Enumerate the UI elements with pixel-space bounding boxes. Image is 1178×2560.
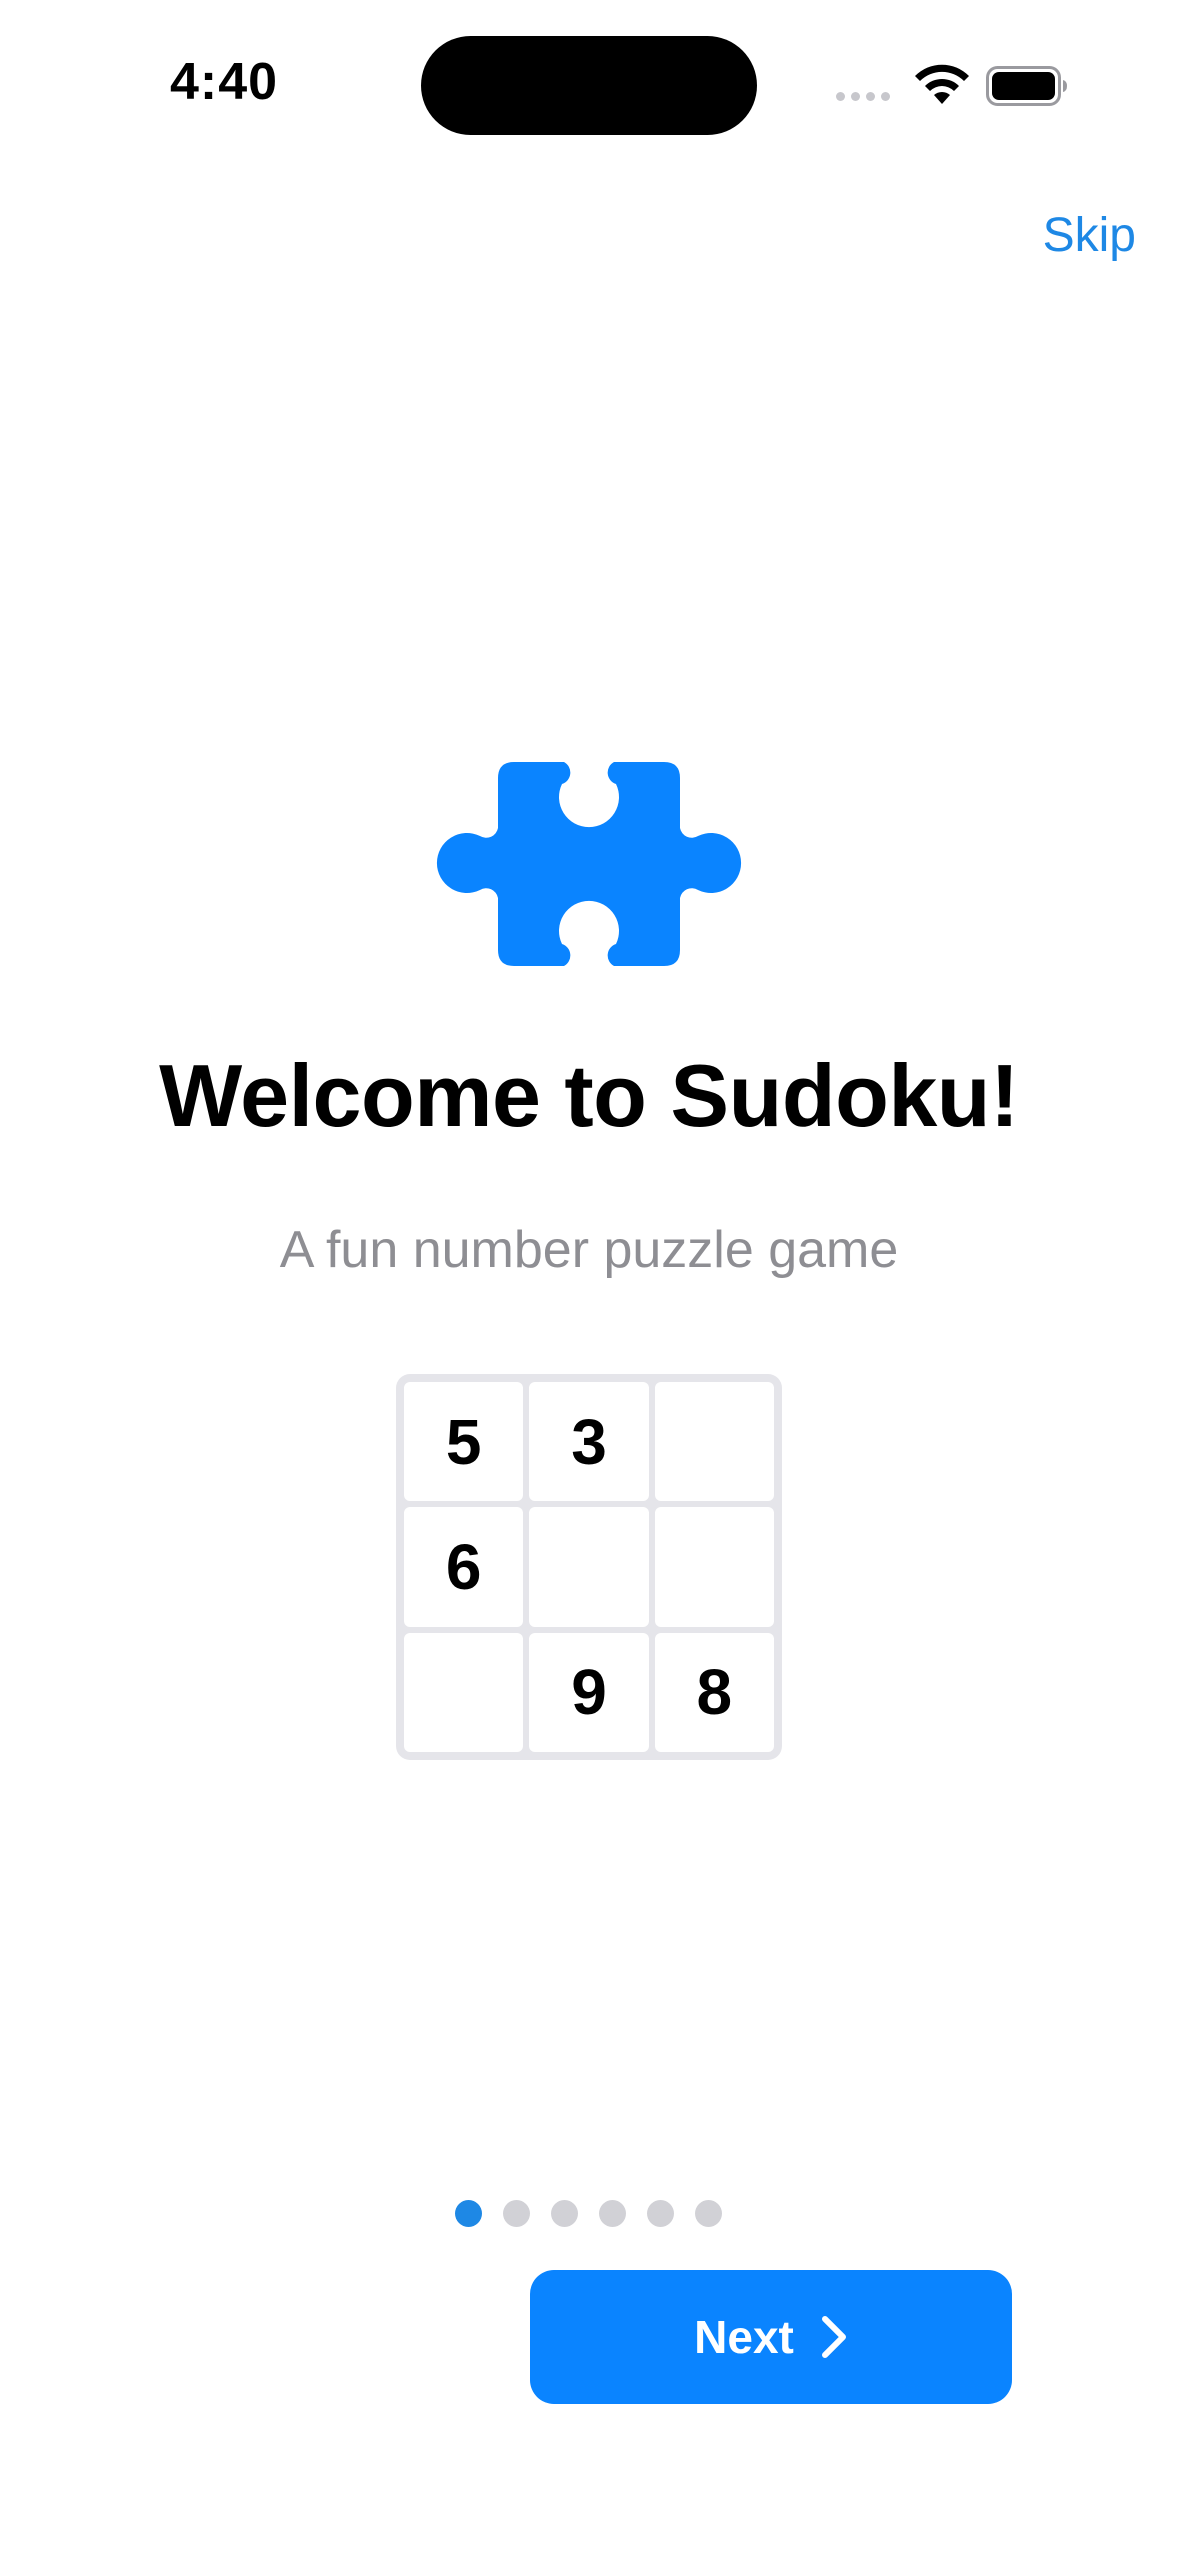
grid-cell: 8 <box>654 1632 774 1752</box>
grid-cell <box>654 1507 774 1627</box>
puzzle-piece-icon <box>436 762 742 966</box>
status-bar: 4:40 <box>0 0 1178 160</box>
page-dot[interactable] <box>647 2200 674 2227</box>
cellular-signal-icon <box>836 92 890 101</box>
skip-button[interactable]: Skip <box>1043 208 1136 263</box>
page-dot[interactable] <box>503 2200 530 2227</box>
sudoku-preview-grid: 5 3 6 9 8 <box>396 1374 782 1760</box>
next-button[interactable]: Next <box>530 2270 1012 2404</box>
page-indicator[interactable] <box>455 2200 722 2227</box>
page-dot[interactable] <box>599 2200 626 2227</box>
page-dot[interactable] <box>695 2200 722 2227</box>
page-dot[interactable] <box>551 2200 578 2227</box>
wifi-icon <box>915 64 969 104</box>
grid-cell <box>654 1382 774 1502</box>
page-dot[interactable] <box>455 2200 482 2227</box>
chevron-right-icon <box>821 2316 846 2358</box>
page-title: Welcome to Sudoku! <box>159 1046 1019 1145</box>
grid-cell: 3 <box>529 1382 649 1502</box>
page-subtitle: A fun number puzzle game <box>279 1221 899 1279</box>
battery-icon <box>986 66 1067 106</box>
grid-cell: 5 <box>404 1382 524 1502</box>
status-time: 4:40 <box>170 53 279 111</box>
dynamic-island <box>421 36 757 135</box>
grid-cell <box>529 1507 649 1627</box>
grid-cell <box>404 1632 524 1752</box>
grid-cell: 9 <box>529 1632 649 1752</box>
grid-cell: 6 <box>404 1507 524 1627</box>
next-button-label: Next <box>694 2311 794 2363</box>
